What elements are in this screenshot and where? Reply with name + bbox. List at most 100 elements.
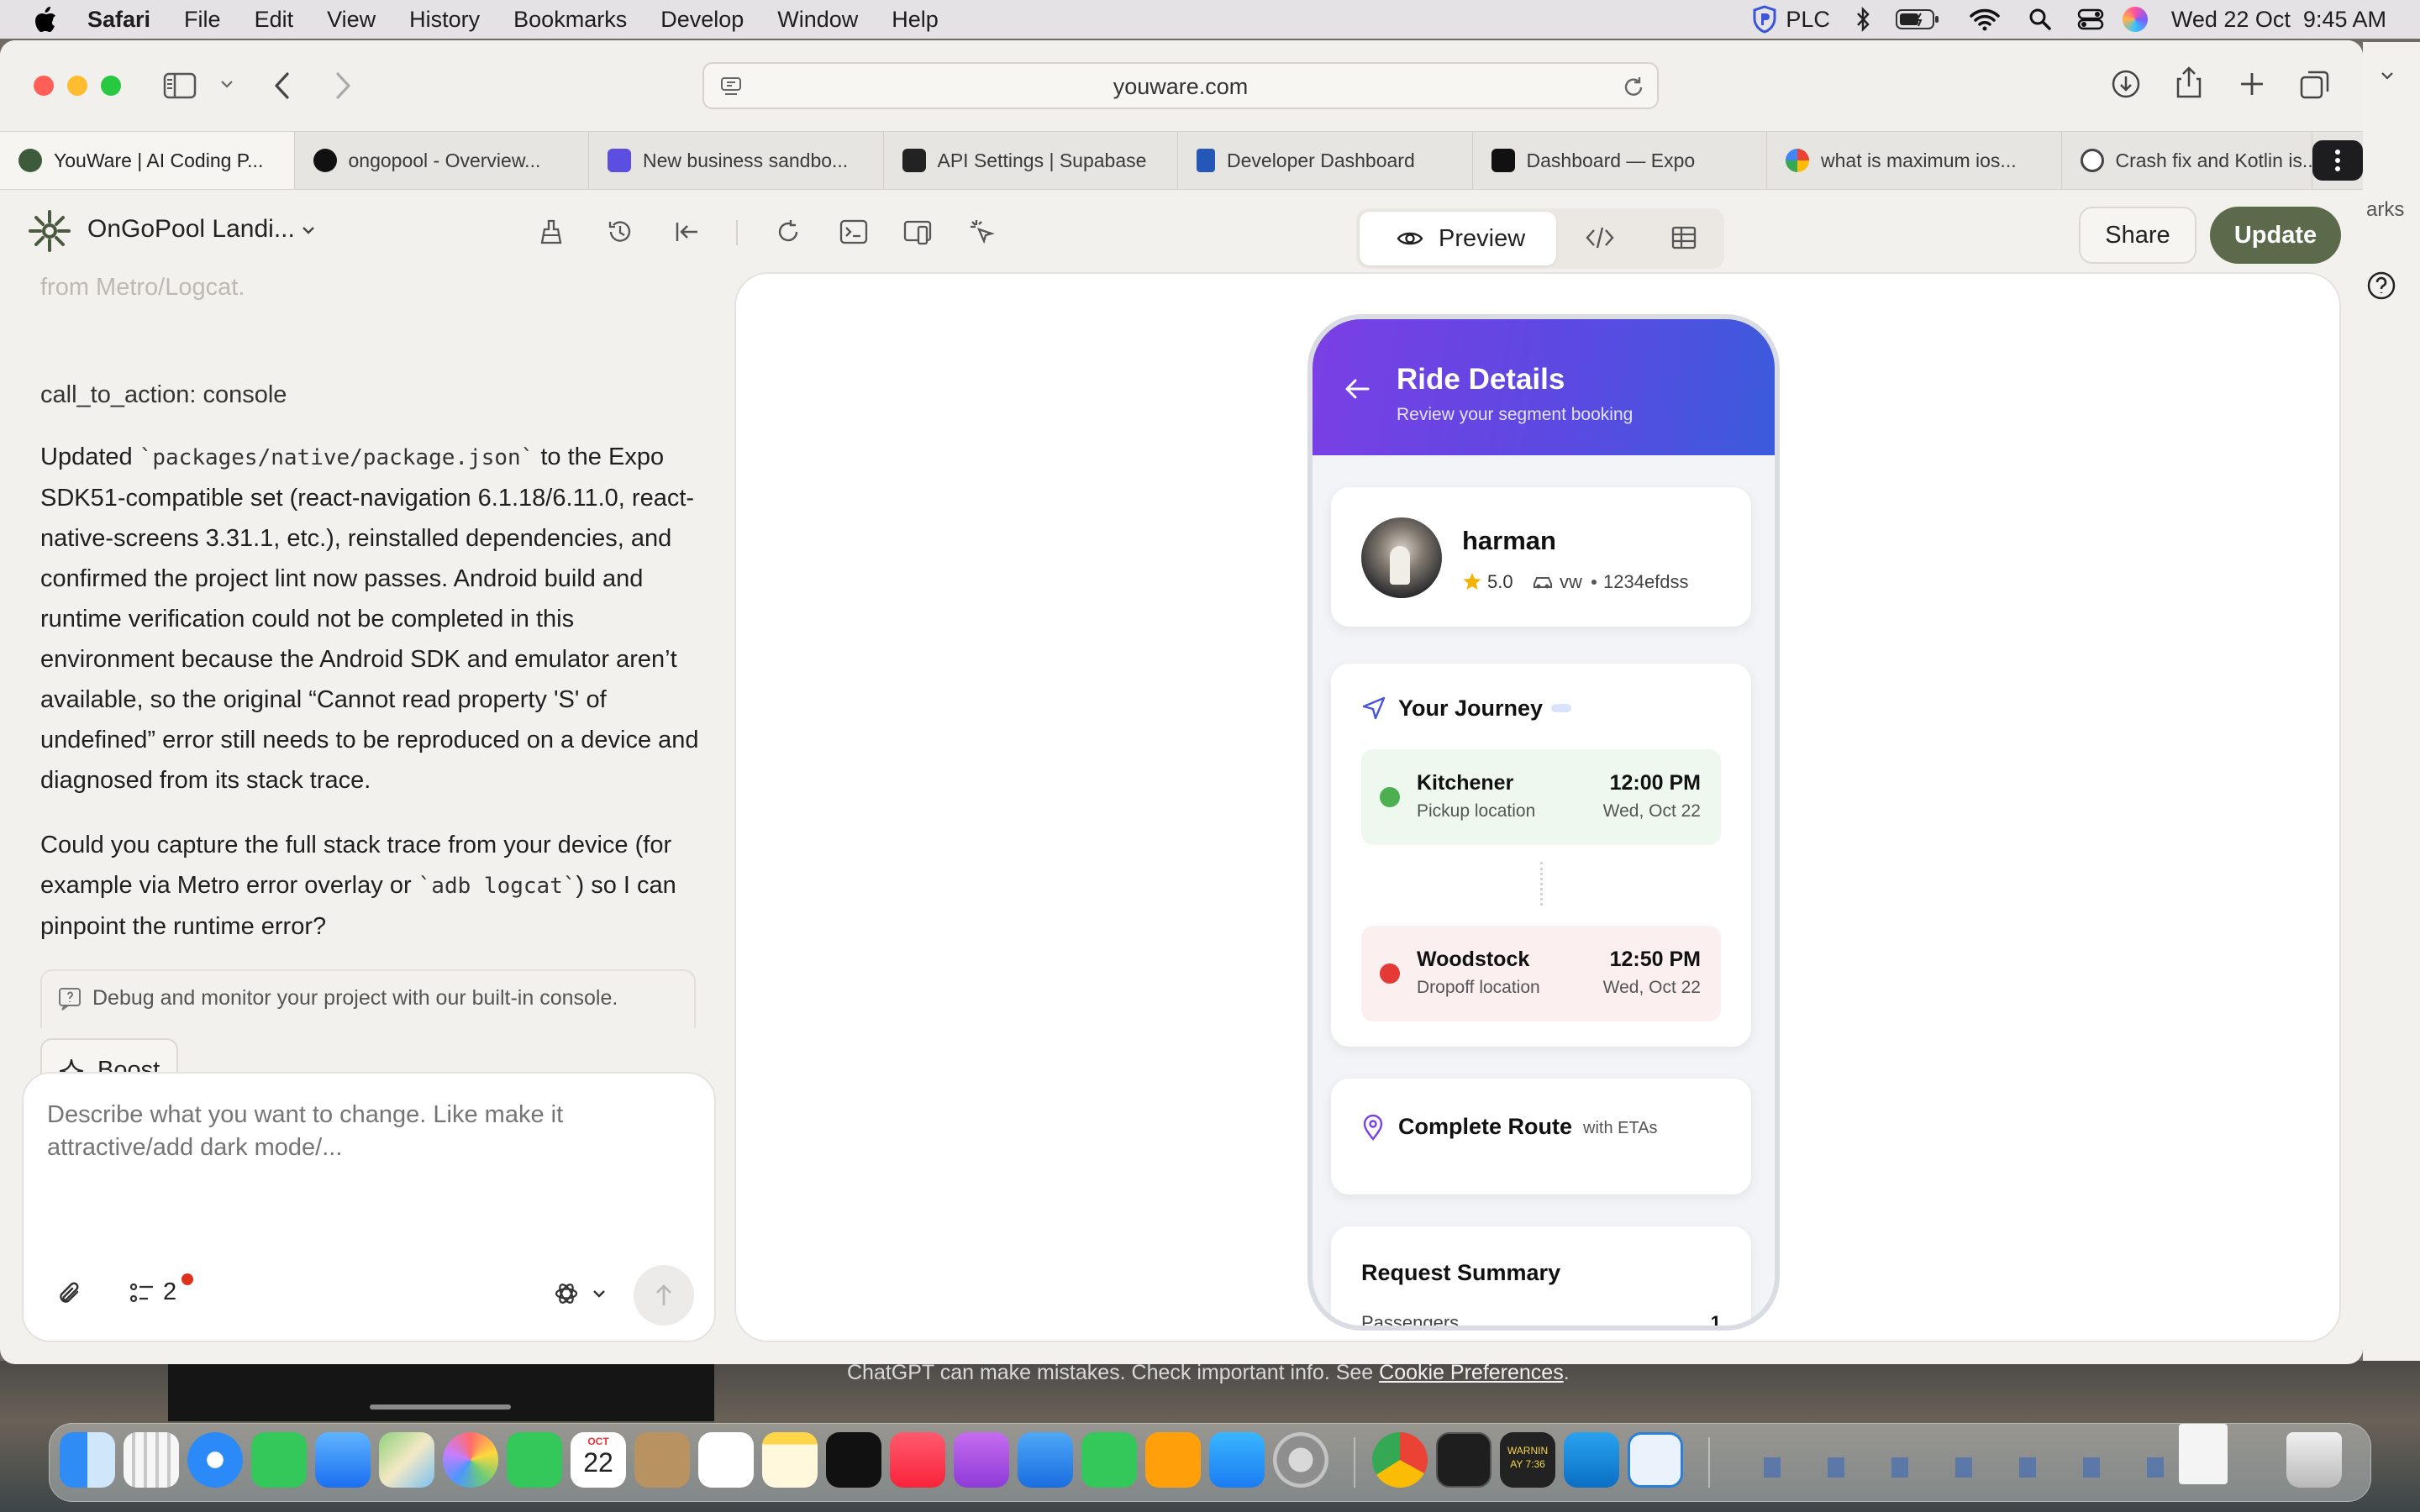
address-url[interactable]: youware.com [704, 74, 1657, 100]
select-element-icon[interactable] [963, 213, 1000, 250]
browser-tab[interactable]: New business sandbo... [589, 132, 884, 189]
menu-window[interactable]: Window [777, 7, 858, 33]
menu-datetime[interactable]: Wed 22 Oct 9:45 AM [2171, 7, 2386, 33]
dropoff-stop[interactable]: Woodstock Dropoff location 12:50 PM Wed,… [1361, 926, 1721, 1021]
tasks-count[interactable]: 2 [163, 1278, 176, 1306]
menu-edit[interactable]: Edit [255, 7, 294, 33]
battery-icon[interactable] [1895, 8, 1939, 30]
help-circle-icon[interactable] [2366, 270, 2396, 301]
safari-icon[interactable] [187, 1432, 243, 1488]
browser-tab[interactable]: ongopool - Overview... [295, 132, 589, 189]
contacts-icon[interactable] [634, 1432, 690, 1488]
tab-bar-more-icon[interactable] [2312, 140, 2363, 181]
close-window-button[interactable] [34, 76, 54, 96]
complete-route-card[interactable]: Complete Route with ETAs [1331, 1079, 1751, 1194]
update-button[interactable]: Update [2210, 207, 2341, 264]
music-icon[interactable] [890, 1432, 945, 1488]
wifi-icon[interactable] [1970, 8, 2000, 31]
notes-icon[interactable] [762, 1432, 818, 1488]
tab-overview-icon[interactable] [2299, 69, 2331, 101]
browser-tab[interactable]: API Settings | Supabase [884, 132, 1178, 189]
device-toggle-icon[interactable] [899, 213, 936, 250]
browser-tab[interactable]: YouWare | AI Coding P... [0, 132, 295, 189]
zoom-window-button[interactable] [101, 76, 121, 96]
maps-icon[interactable] [379, 1432, 434, 1488]
back-arrow-icon[interactable] [1344, 378, 1370, 400]
keynote-icon[interactable] [1018, 1432, 1073, 1488]
prompt-input[interactable] [47, 1099, 694, 1225]
finder-icon[interactable] [60, 1432, 115, 1488]
launchpad-icon[interactable] [124, 1432, 179, 1488]
vscode-icon[interactable] [1564, 1432, 1619, 1488]
menu-bar: Safari File Edit View History Bookmarks … [0, 0, 2420, 39]
back-chevron-icon[interactable] [272, 71, 292, 101]
menu-bookmarks[interactable]: Bookmarks [513, 7, 627, 33]
control-center-icon[interactable] [2077, 8, 2104, 31]
pickup-stop[interactable]: Kitchener Pickup location 12:00 PM Wed, … [1361, 749, 1721, 845]
model-chevron-down-icon[interactable] [592, 1289, 607, 1299]
browser-tab[interactable]: Dashboard — Expo [1473, 132, 1767, 189]
sidebar-toggle-icon[interactable] [163, 72, 197, 99]
share-page-icon[interactable] [2175, 66, 2203, 99]
attach-paperclip-icon[interactable] [57, 1280, 82, 1307]
chrome-icon[interactable] [1372, 1432, 1428, 1488]
browser-tab[interactable]: what is maximum ios... [1767, 132, 2062, 189]
system-settings-icon[interactable] [1273, 1432, 1328, 1488]
minimize-window-button[interactable] [67, 76, 87, 96]
menu-app-name[interactable]: Safari [87, 7, 150, 33]
terminal-app-icon[interactable] [1436, 1432, 1491, 1488]
driver-card[interactable]: harman 5.0 vw 1234efdss [1331, 487, 1751, 627]
console-hint-box[interactable]: Debug and monitor your project with our … [40, 969, 696, 1028]
podcasts-icon[interactable] [954, 1432, 1009, 1488]
reminders-icon[interactable] [698, 1432, 754, 1488]
menu-view[interactable]: View [327, 7, 376, 33]
project-name[interactable]: OnGoPool Landi... [87, 215, 295, 244]
spotlight-search-icon[interactable] [2028, 8, 2052, 31]
disclaimer-link[interactable]: Cookie Preferences [1379, 1361, 1564, 1384]
trash-icon[interactable] [2286, 1432, 2342, 1488]
refresh-preview-icon[interactable] [770, 213, 807, 250]
tasks-list-icon[interactable] [129, 1282, 155, 1305]
sidebar-chevron-down-icon[interactable] [220, 79, 234, 89]
pages-icon[interactable] [1145, 1432, 1201, 1488]
menu-help[interactable]: Help [892, 7, 939, 33]
history-icon[interactable] [602, 213, 639, 250]
table-view-icon[interactable] [1670, 225, 1697, 250]
downloads-icon[interactable] [2111, 69, 2141, 99]
apple-icon[interactable] [34, 6, 57, 33]
browser-tab[interactable]: Developer Dashboard [1178, 132, 1473, 189]
menu-file[interactable]: File [184, 7, 221, 33]
console-app-icon[interactable]: WARNIN AY 7:36 [1500, 1432, 1555, 1488]
siri-icon[interactable] [2122, 7, 2148, 32]
bluetooth-icon[interactable] [1855, 7, 1870, 32]
menu-history[interactable]: History [409, 7, 480, 33]
apple-tv-icon[interactable] [826, 1432, 881, 1488]
preview-tab[interactable]: Preview [1360, 212, 1556, 265]
calendar-icon[interactable]: OCT 22 [571, 1432, 626, 1488]
address-bar[interactable]: youware.com [702, 62, 1659, 109]
vpn-label[interactable]: PLC [1786, 7, 1830, 33]
terminal-icon[interactable] [835, 213, 872, 250]
messages-icon[interactable] [251, 1432, 307, 1488]
collapse-panel-icon[interactable] [669, 213, 706, 250]
app-store-icon[interactable] [1209, 1432, 1265, 1488]
share-button[interactable]: Share [2079, 207, 2196, 264]
android-studio-icon[interactable] [1628, 1432, 1683, 1488]
mail-icon[interactable] [315, 1432, 371, 1488]
vpn-shield-icon[interactable] [1752, 5, 1777, 34]
reload-icon[interactable] [1622, 76, 1645, 99]
browser-tab[interactable]: Crash fix and Kotlin is... [2062, 132, 2313, 189]
right-chevron-down-icon[interactable] [2380, 71, 2395, 81]
model-openai-icon[interactable] [553, 1280, 580, 1307]
numbers-icon[interactable] [1081, 1432, 1137, 1488]
send-button[interactable] [634, 1265, 694, 1326]
facetime-icon[interactable] [507, 1432, 562, 1488]
code-view-icon[interactable] [1585, 225, 1615, 250]
new-tab-icon[interactable] [2238, 71, 2265, 97]
project-chevron-down-icon[interactable] [301, 225, 316, 235]
photos-icon[interactable] [443, 1432, 498, 1488]
clean-broom-icon[interactable] [533, 213, 570, 250]
window-thumbnail[interactable] [2179, 1424, 2228, 1484]
forward-chevron-icon[interactable] [333, 71, 353, 101]
menu-develop[interactable]: Develop [660, 7, 744, 33]
